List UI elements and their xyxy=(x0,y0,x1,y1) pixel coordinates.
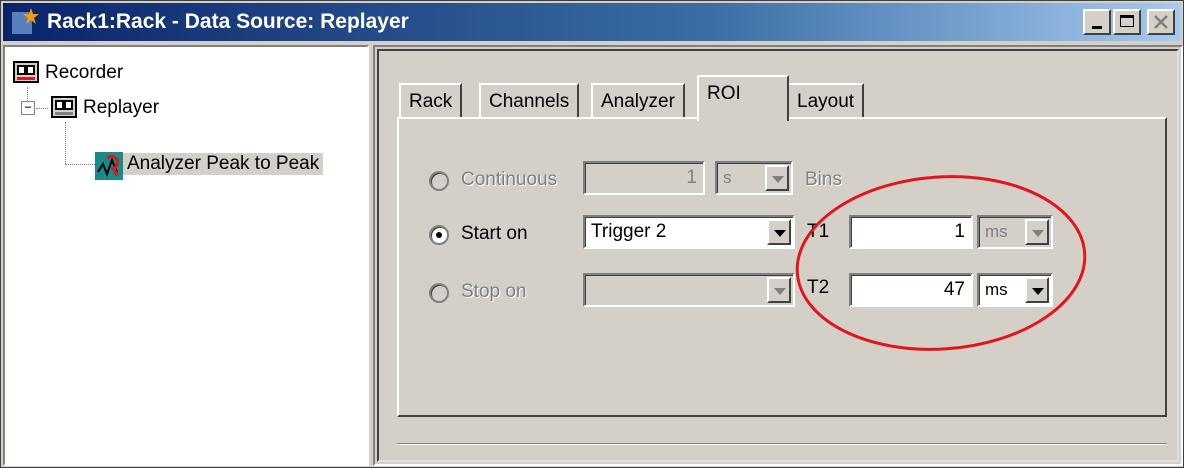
tree-connector xyxy=(27,87,28,101)
tab-roi[interactable]: ROI xyxy=(697,75,789,121)
tree-connector xyxy=(65,164,95,165)
close-button[interactable] xyxy=(1147,9,1175,35)
tree-item-label: Replayer xyxy=(83,97,160,118)
continuous-label: Continuous xyxy=(461,169,558,190)
minimize-button[interactable] xyxy=(1083,9,1111,35)
divider xyxy=(397,443,1167,445)
tree-view[interactable]: Recorder − Replayer Analyzer Peak to Pea… xyxy=(3,45,369,466)
app-icon xyxy=(9,6,41,38)
tab-layout[interactable]: Layout xyxy=(787,83,865,119)
minimize-icon xyxy=(1092,26,1102,29)
start-on-label: Start on xyxy=(461,223,528,244)
close-icon xyxy=(1154,15,1168,29)
window-title: Rack1:Rack - Data Source: Replayer xyxy=(47,10,409,33)
dropdown-button[interactable] xyxy=(767,219,791,245)
tree-item-label: Analyzer Peak to Peak xyxy=(123,153,324,175)
stop-on-label: Stop on xyxy=(461,281,527,302)
replayer-icon xyxy=(51,96,79,120)
start-on-select[interactable]: Trigger 2 xyxy=(583,215,795,249)
continuous-bins-input[interactable]: 1 xyxy=(583,161,705,195)
tree-connector xyxy=(65,122,66,164)
recorder-icon xyxy=(13,61,41,85)
highlight-ellipse xyxy=(795,175,1087,351)
tab-rack[interactable]: Rack xyxy=(399,83,463,119)
analyzer-icon xyxy=(95,152,123,180)
title-bar[interactable]: Rack1:Rack - Data Source: Replayer xyxy=(3,3,1181,41)
dropdown-button xyxy=(765,165,789,191)
main-window: Rack1:Rack - Data Source: Replayer Recor… xyxy=(0,0,1184,468)
stop-on-select[interactable] xyxy=(583,273,795,307)
tree-item-analyzer[interactable]: Analyzer Peak to Peak xyxy=(95,150,324,180)
tree-item-label: Recorder xyxy=(45,62,124,83)
chevron-down-icon xyxy=(774,230,786,237)
tree-connector xyxy=(36,108,48,109)
start-on-radio[interactable] xyxy=(429,225,449,245)
chevron-down-icon xyxy=(774,288,786,295)
tree-item-replayer[interactable]: Replayer xyxy=(51,94,163,122)
continuous-radio[interactable] xyxy=(429,171,449,191)
stop-on-radio[interactable] xyxy=(429,283,449,303)
maximize-icon xyxy=(1120,15,1134,27)
maximize-button[interactable] xyxy=(1113,9,1141,35)
continuous-unit-select[interactable]: s xyxy=(715,161,793,195)
tab-channels[interactable]: Channels xyxy=(479,83,580,119)
dropdown-button xyxy=(767,277,791,303)
tab-analyzer[interactable]: Analyzer xyxy=(591,83,685,119)
collapse-toggle[interactable]: − xyxy=(21,101,35,115)
chevron-down-icon xyxy=(772,176,784,183)
tree-item-recorder[interactable]: Recorder xyxy=(13,59,127,87)
